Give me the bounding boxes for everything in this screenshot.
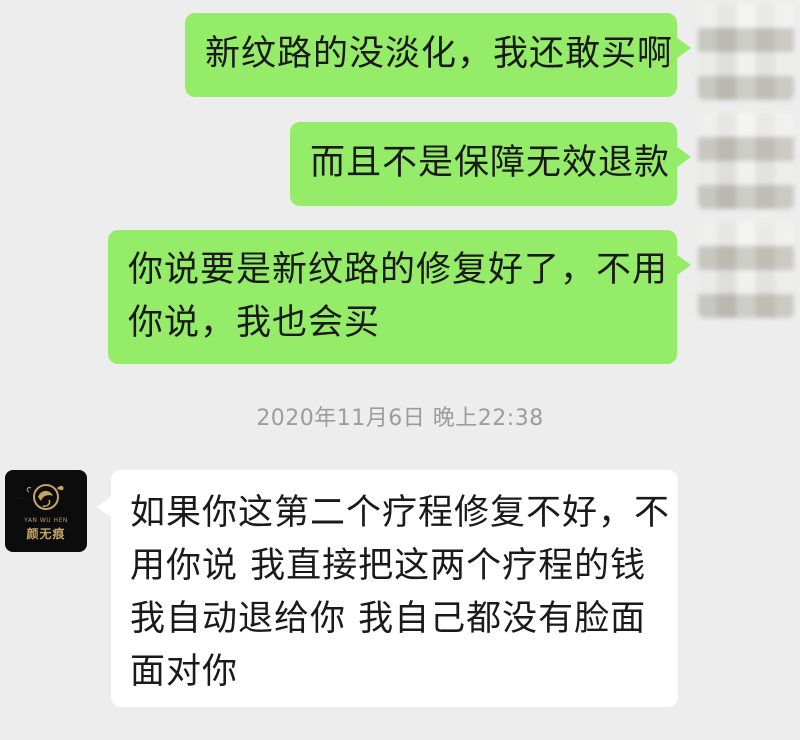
chat-window: 新纹路的没淡化，我还敢买啊 而且不是保障无效退款 你说要是新纹路的修复好了，不用… bbox=[0, 0, 800, 740]
message-timestamp: 2020年11月6日 晚上22:38 bbox=[256, 406, 544, 431]
message-bubble-outgoing[interactable]: 而且不是保障无效退款 bbox=[290, 122, 691, 206]
contact-avatar[interactable]: · · · YAN WU HEN 颜无痕 bbox=[5, 470, 87, 552]
user-avatar[interactable] bbox=[698, 222, 794, 318]
message-text-line: 我自动退给你 我自己都没有脸面 bbox=[130, 599, 647, 639]
message-bubble-incoming[interactable]: 如果你这第二个疗程修复不好，不 用你说 我直接把这两个疗程的钱 我自动退给你 我… bbox=[97, 470, 678, 707]
message-text-line: 用你说 我直接把这两个疗程的钱 bbox=[130, 546, 647, 586]
message-text: 而且不是保障无效退款 bbox=[310, 143, 671, 183]
message-text-line: 你说要是新纹路的修复好了，不用 bbox=[128, 250, 669, 290]
user-avatar[interactable] bbox=[698, 4, 794, 100]
brand-chinese-name: 颜无痕 bbox=[26, 527, 66, 541]
message-text-line: 你说，我也会买 bbox=[128, 303, 381, 343]
svg-text:· · ·: · · · bbox=[19, 496, 27, 502]
message-text-line: 如果你这第二个疗程修复不好，不 bbox=[130, 493, 671, 533]
message-text-line: 面对你 bbox=[130, 652, 239, 692]
message-text: 新纹路的没淡化，我还敢买啊 bbox=[205, 34, 674, 74]
message-bubble-outgoing[interactable]: 你说要是新纹路的修复好了，不用 你说，我也会买 bbox=[108, 230, 691, 364]
brand-english-name: YAN WU HEN bbox=[24, 517, 68, 524]
user-avatar[interactable] bbox=[698, 113, 794, 209]
message-bubble-outgoing[interactable]: 新纹路的没淡化，我还敢买啊 bbox=[185, 13, 691, 97]
